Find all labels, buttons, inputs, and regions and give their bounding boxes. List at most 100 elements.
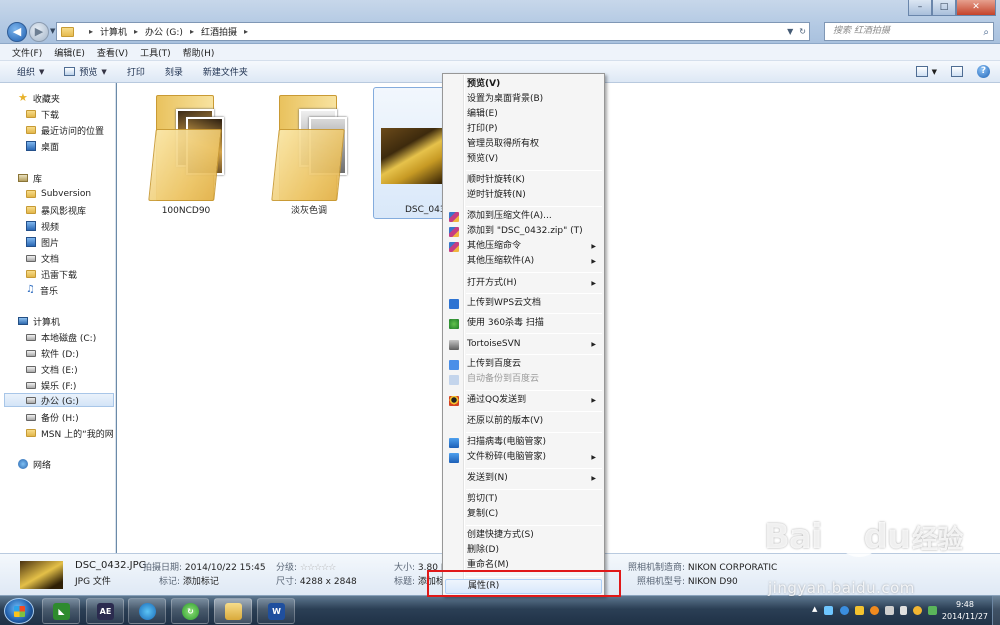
menu-file[interactable]: 文件(F) bbox=[12, 46, 42, 59]
menu-item-rotate-counterclockwise[interactable]: 逆时针旋转(N) bbox=[445, 188, 602, 203]
menu-item-scan-virus-pc-manager[interactable]: 扫描病毒(电脑管家) bbox=[445, 435, 602, 450]
nav-item-drive-d[interactable]: 软件 (D:) bbox=[26, 346, 79, 360]
breadcrumb-drive-g[interactable]: 办公 (G:) bbox=[145, 25, 183, 38]
details-dimensions: 尺寸: 4288 x 2848 bbox=[276, 574, 357, 587]
menu-item-file-shredder[interactable]: 文件粉碎(电脑管家) ▶ bbox=[445, 450, 602, 465]
menu-item-add-to-archive[interactable]: 添加到压缩文件(A)... bbox=[445, 209, 602, 224]
organize-button[interactable]: 组织 ▼ bbox=[17, 65, 44, 79]
menu-item-restore-previous-versions[interactable]: 还原以前的版本(V) bbox=[445, 414, 602, 429]
nav-item-videos[interactable]: 视频 bbox=[26, 219, 59, 233]
address-bar[interactable]: ▸ 计算机 ▸ 办公 (G:) ▸ 红酒拍摄 ▸ ▼ ↻ bbox=[56, 22, 810, 41]
nav-item-drive-e[interactable]: 文档 (E:) bbox=[26, 362, 78, 376]
nav-label: 迅雷下载 bbox=[41, 270, 78, 281]
taskbar-app-aftereffects[interactable]: AE bbox=[86, 598, 124, 624]
menu-item-delete[interactable]: 删除(D) bbox=[445, 543, 602, 558]
menu-item-print[interactable]: 打印(P) bbox=[445, 122, 602, 137]
menu-view[interactable]: 查看(V) bbox=[97, 46, 128, 59]
menu-tools[interactable]: 工具(T) bbox=[140, 46, 171, 59]
menu-item-upload-wps[interactable]: 上传到WPS云文档 bbox=[445, 296, 602, 311]
file-item-folder[interactable]: 100NCD90 bbox=[136, 87, 236, 219]
nav-item-drive-c[interactable]: 本地磁盘 (C:) bbox=[26, 330, 96, 344]
watermark-logo-part2: du bbox=[863, 517, 912, 557]
nav-libraries[interactable]: 库 bbox=[18, 171, 42, 185]
menu-separator bbox=[466, 489, 602, 490]
menu-item-tortoisesvn[interactable]: TortoiseSVN ▶ bbox=[445, 337, 602, 352]
menu-separator bbox=[466, 354, 602, 355]
menu-item-preview[interactable]: 预览(V) bbox=[445, 152, 602, 167]
address-dropdown-icon[interactable]: ▼ bbox=[787, 27, 793, 36]
nav-favorites[interactable]: ★ 收藏夹 bbox=[18, 91, 60, 105]
nav-item-thunder-downloads[interactable]: 迅雷下载 bbox=[26, 267, 77, 281]
taskbar-app-nvidia[interactable]: ◣ bbox=[42, 598, 80, 624]
drive-icon bbox=[26, 396, 36, 404]
taskbar-app-360[interactable]: ↻ bbox=[171, 598, 209, 624]
start-button[interactable] bbox=[4, 598, 34, 624]
nav-item-drive-h[interactable]: 备份 (H:) bbox=[26, 410, 79, 424]
rating-stars-icon[interactable]: ☆☆☆☆☆ bbox=[300, 563, 336, 573]
nav-item-recent-places[interactable]: 最近访问的位置 bbox=[26, 123, 104, 137]
chevron-right-icon[interactable]: ▸ bbox=[89, 27, 93, 36]
maker-label: 照相机制造商: bbox=[628, 563, 686, 573]
details-rating[interactable]: 分级: ☆☆☆☆☆ bbox=[276, 560, 336, 573]
menu-item-other-compress-software[interactable]: 其他压缩软件(A) ▶ bbox=[445, 254, 602, 269]
maximize-button[interactable]: □ bbox=[932, 0, 956, 16]
menu-item-preview-default[interactable]: 预览(V) bbox=[445, 77, 602, 92]
menu-item-send-via-qq[interactable]: 通过QQ发送到 ▶ bbox=[445, 393, 602, 408]
back-button[interactable]: ◀ bbox=[7, 22, 27, 42]
menu-item-add-to-zip[interactable]: 添加到 "DSC_0432.zip" (T) bbox=[445, 224, 602, 239]
menu-item-edit[interactable]: 编辑(E) bbox=[445, 107, 602, 122]
menu-item-create-shortcut[interactable]: 创建快捷方式(S) bbox=[445, 528, 602, 543]
nav-label: 网络 bbox=[33, 460, 52, 471]
menu-item-upload-baidu-cloud[interactable]: 上传到百度云 bbox=[445, 357, 602, 372]
close-button[interactable]: ✕ bbox=[956, 0, 996, 16]
menu-item-send-to[interactable]: 发送到(N) ▶ bbox=[445, 471, 602, 486]
taskbar-app-media[interactable] bbox=[128, 598, 166, 624]
chevron-right-icon[interactable]: ▸ bbox=[244, 27, 248, 36]
nav-item-documents[interactable]: 文档 bbox=[26, 251, 59, 265]
menu-item-set-wallpaper[interactable]: 设置为桌面背景(B) bbox=[445, 92, 602, 107]
nav-item-music[interactable]: ♫ 音乐 bbox=[26, 283, 58, 297]
menu-item-open-with[interactable]: 打开方式(H) ▶ bbox=[445, 276, 602, 291]
nav-item-subversion[interactable]: Subversion bbox=[26, 187, 91, 201]
new-folder-button[interactable]: 新建文件夹 bbox=[203, 65, 248, 78]
nav-item-drive-g[interactable]: 办公 (G:) bbox=[4, 393, 114, 407]
menu-edit[interactable]: 编辑(E) bbox=[54, 46, 85, 59]
chevron-right-icon[interactable]: ▸ bbox=[190, 27, 194, 36]
print-button[interactable]: 打印 bbox=[127, 65, 145, 78]
forward-button[interactable]: ▶ bbox=[29, 22, 49, 42]
nav-network[interactable]: 网络 bbox=[18, 457, 51, 471]
change-view-icon[interactable] bbox=[915, 66, 928, 77]
menu-help[interactable]: 帮助(H) bbox=[183, 46, 215, 59]
search-input[interactable]: 搜索 红酒拍摄 ⌕ bbox=[824, 22, 994, 41]
preview-button[interactable]: 预览 ▼ bbox=[64, 65, 107, 78]
breadcrumb-computer[interactable]: 计算机 bbox=[100, 25, 127, 38]
tag-value[interactable]: 添加标记 bbox=[183, 577, 219, 587]
menu-item-scan-360[interactable]: 使用 360杀毒 扫描 bbox=[445, 316, 602, 331]
recent-pages-dropdown-icon[interactable]: ▼ bbox=[50, 27, 55, 35]
help-icon[interactable]: ? bbox=[977, 65, 990, 78]
nav-computer[interactable]: 计算机 bbox=[18, 314, 60, 328]
taskbar-app-explorer[interactable] bbox=[214, 598, 252, 624]
chevron-down-icon[interactable]: ▼ bbox=[932, 68, 937, 76]
details-tags[interactable]: 标记: 添加标记 bbox=[159, 574, 219, 587]
menu-item-rotate-clockwise[interactable]: 顺时针旋转(K) bbox=[445, 173, 602, 188]
menu-item-cut[interactable]: 剪切(T) bbox=[445, 492, 602, 507]
search-icon[interactable]: ⌕ bbox=[983, 24, 989, 41]
breadcrumb-current-folder[interactable]: 红酒拍摄 bbox=[201, 25, 237, 38]
menu-item-take-ownership[interactable]: 管理员取得所有权 bbox=[445, 137, 602, 152]
refresh-icon[interactable]: ↻ bbox=[799, 27, 806, 36]
nav-item-drive-f[interactable]: 娱乐 (F:) bbox=[26, 378, 76, 392]
file-item-folder[interactable]: 淡灰色调 bbox=[259, 87, 359, 219]
chevron-right-icon[interactable]: ▸ bbox=[134, 27, 138, 36]
burn-button[interactable]: 刻录 bbox=[165, 65, 183, 78]
nav-item-pictures[interactable]: 图片 bbox=[26, 235, 59, 249]
nav-item-msn-web[interactable]: MSN 上的“我的网 bbox=[26, 426, 114, 440]
nav-item-downloads[interactable]: 下载 bbox=[26, 107, 59, 121]
nav-item-baofeng[interactable]: 暴风影视库 bbox=[26, 203, 86, 217]
taskbar-app-word[interactable]: W bbox=[257, 598, 295, 624]
minimize-button[interactable]: – bbox=[908, 0, 932, 16]
menu-item-other-compress-commands[interactable]: 其他压缩命令 ▶ bbox=[445, 239, 602, 254]
nav-item-desktop[interactable]: 桌面 bbox=[26, 139, 59, 153]
preview-pane-icon[interactable] bbox=[951, 66, 963, 77]
menu-item-copy[interactable]: 复制(C) bbox=[445, 507, 602, 522]
